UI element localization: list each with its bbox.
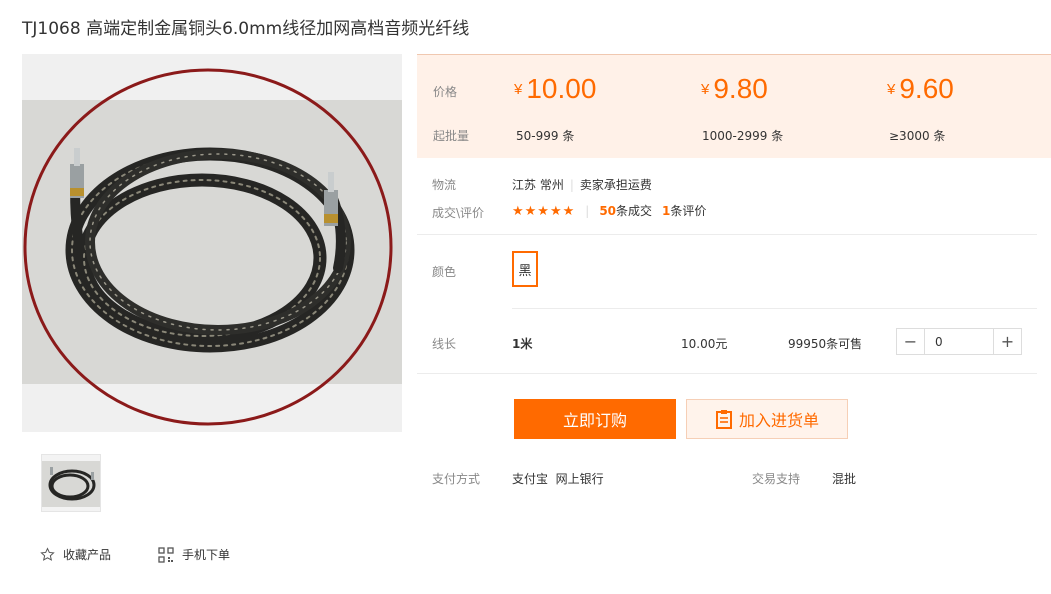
- trade-support-label: 交易支持: [752, 472, 801, 486]
- star-outline-icon: [40, 547, 55, 562]
- price-tier-1: ¥10.00: [514, 73, 597, 104]
- moq-tier-2: 1000-2999 条: [702, 129, 784, 143]
- qr-code-icon: [158, 546, 174, 563]
- add-to-list-button[interactable]: 加入进货单: [686, 399, 848, 439]
- product-title: TJ1068 高端定制金属铜头6.0mm线径加网高档音频光纤线: [22, 19, 470, 39]
- price-tier-3: ¥9.60: [887, 73, 954, 104]
- add-to-list-label: 加入进货单: [738, 411, 819, 430]
- increment-button[interactable]: +: [994, 329, 1021, 354]
- moq-tier-3: ≥3000 条: [889, 129, 946, 143]
- rating-stars: ★★★★★: [512, 204, 576, 219]
- price-tier-2: ¥9.80: [701, 73, 768, 104]
- main-product-image[interactable]: [22, 54, 402, 432]
- color-label: 颜色: [432, 265, 457, 279]
- mobile-order-label: 手机下单: [182, 548, 231, 562]
- reviews-info: ★★★★★ | 50条成交 1条评价: [512, 204, 707, 219]
- payment-label: 支付方式: [432, 472, 481, 486]
- review-link[interactable]: 1条评价: [662, 204, 706, 218]
- mobile-order-button[interactable]: 手机下单: [158, 546, 230, 563]
- thumbnail-image[interactable]: [41, 454, 101, 512]
- section-divider: [512, 308, 1037, 309]
- sku-name: 1米: [512, 337, 533, 351]
- quantity-stepper[interactable]: − 0 +: [896, 328, 1022, 355]
- origin-text: 江苏 常州: [512, 178, 564, 192]
- price-label: 价格: [433, 85, 458, 99]
- decrement-button[interactable]: −: [897, 329, 924, 354]
- shipping-text: 卖家承担运费: [579, 178, 652, 192]
- payment-methods: 支付宝 网上银行: [512, 472, 604, 486]
- clipboard-icon: [715, 409, 733, 429]
- logistics-label: 物流: [432, 178, 457, 192]
- sku-price: 10.00元: [681, 337, 728, 351]
- logistics-info: 江苏 常州 | 卖家承担运费: [512, 178, 652, 192]
- moq-tier-1: 50-999 条: [516, 129, 575, 143]
- favorite-label: 收藏产品: [63, 548, 112, 562]
- length-label: 线长: [432, 337, 457, 351]
- reviews-label: 成交\评价: [432, 206, 485, 220]
- section-divider: [417, 234, 1037, 235]
- color-option-black[interactable]: 黑: [512, 251, 538, 287]
- moq-label: 起批量: [433, 129, 470, 143]
- sku-stock: 99950条可售: [788, 337, 863, 351]
- deals-link[interactable]: 50条成交: [599, 204, 652, 218]
- quantity-input[interactable]: 0: [924, 329, 994, 354]
- price-panel: 价格 起批量 ¥10.00 ¥9.80 ¥9.60 50-999 条 1000-…: [417, 54, 1051, 158]
- buy-now-button[interactable]: 立即订购: [514, 399, 676, 439]
- section-divider: [417, 373, 1037, 374]
- trade-support-value: 混批: [832, 472, 857, 486]
- favorite-product-button[interactable]: 收藏产品: [40, 546, 111, 563]
- highlight-circle: [23, 68, 393, 426]
